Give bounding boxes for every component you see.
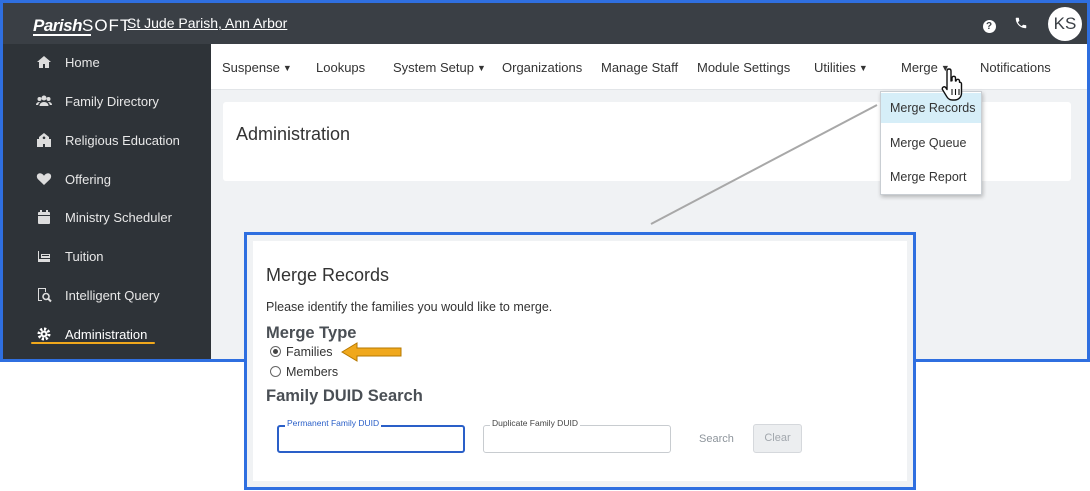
school-icon [37,133,51,147]
sidebar-item-label: Home [65,55,100,70]
sidebar-item-intelligent-query[interactable]: Intelligent Query [3,277,211,315]
menu-label: Suspense [222,60,280,75]
merge-records-panel: Merge Records Please identify the famili… [253,241,907,481]
caret-down-icon: ▼ [476,63,486,73]
menu-label: Lookups [316,60,366,75]
menu-organizations[interactable]: Organizations [502,60,582,75]
heart-icon [36,173,52,185]
menu-manage-staff[interactable]: Manage Staff [601,60,678,75]
logo-underline [33,34,91,36]
tuition-icon [38,251,50,262]
menu-label: Organizations [502,60,583,75]
sidebar-item-offering[interactable]: Offering [3,161,211,199]
calendar-icon [38,210,50,224]
menu-utilities[interactable]: Utilities ▼ [814,60,868,75]
clear-button[interactable]: Clear [753,424,802,453]
merge-records-callout: Merge Records Please identify the famili… [244,232,916,490]
sidebar-item-label: Tuition [65,249,104,264]
sidebar: Home Family Directory Religious Educatio… [3,44,211,359]
menu-suspense[interactable]: Suspense ▼ [222,60,292,75]
parishsoft-logo[interactable]: ParishSOFT [33,16,131,36]
radio-button[interactable] [270,366,281,377]
permanent-family-duid-field[interactable]: Permanent Family DUID [277,418,465,453]
sidebar-item-ministry-scheduler[interactable]: Ministry Scheduler [3,199,211,237]
sidebar-item-religious-education[interactable]: Religious Education [3,122,211,160]
sidebar-item-family-directory[interactable]: Family Directory [3,83,211,121]
sidebar-item-label: Religious Education [65,133,180,148]
help-icon[interactable]: ? [981,16,997,33]
merge-report-menu-item[interactable]: Merge Report [881,162,981,192]
radio-label: Families [286,345,333,359]
merge-records-title: Merge Records [266,265,390,285]
radio-button-selected[interactable] [270,346,281,357]
menu-label: Merge [901,60,938,75]
sidebar-item-label: Family Directory [65,94,159,109]
family-duid-search-heading: Family DUID Search [266,387,423,405]
menu-label: System Setup [393,60,474,75]
phone-icon[interactable] [1013,16,1029,32]
sidebar-item-tuition[interactable]: Tuition [3,238,211,276]
search-button[interactable]: Search [699,433,734,445]
hand-pointer-icon [941,68,963,101]
user-avatar[interactable]: KS [1048,7,1082,41]
sidebar-item-home[interactable]: Home [3,44,211,82]
merge-records-description: Please identify the families you would l… [266,300,553,314]
menu-label: Notifications [980,60,1051,75]
sidebar-item-label: Offering [65,172,112,187]
menu-system-setup[interactable]: System Setup ▼ [393,60,486,75]
radio-members[interactable]: Members [270,365,338,379]
active-item-underline [31,342,155,344]
top-bar: ParishSOFT St Jude Parish, Ann Arbor ? K… [3,3,1087,44]
parish-name-link[interactable]: St Jude Parish, Ann Arbor [127,15,287,31]
home-icon [37,56,51,68]
orange-arrow-icon [341,342,402,362]
menu-label: Utilities [814,60,856,75]
gear-icon [37,327,51,341]
page-title: Administration [236,124,351,144]
sidebar-item-label: Administration [65,327,148,342]
users-icon [36,95,52,106]
logo-text-soft: SOFT [81,16,132,35]
radio-families[interactable]: Families [270,345,333,359]
menu-label: Module Settings [697,60,791,75]
menu-module-settings[interactable]: Module Settings [697,60,790,75]
logo-text-parish: Parish [33,16,82,35]
field-label: Duplicate Family DUID [490,418,580,428]
radio-label: Members [286,365,339,379]
caret-down-icon: ▼ [858,63,868,73]
sidebar-item-label: Intelligent Query [65,288,160,303]
sidebar-item-administration[interactable]: Administration [3,316,211,354]
caret-down-icon: ▼ [282,63,292,73]
query-icon [38,288,52,303]
field-label: Permanent Family DUID [285,418,382,428]
merge-records-menu-item[interactable]: Merge Records [881,93,981,123]
merge-dropdown-menu: Merge Records Merge Queue Merge Report [880,91,982,195]
sidebar-item-label: Ministry Scheduler [65,210,172,225]
menu-notifications[interactable]: Notifications [980,60,1051,75]
duplicate-family-duid-field[interactable]: Duplicate Family DUID [483,418,671,453]
menu-lookups[interactable]: Lookups [316,60,365,75]
merge-queue-menu-item[interactable]: Merge Queue [881,128,981,158]
menu-label: Manage Staff [601,60,679,75]
